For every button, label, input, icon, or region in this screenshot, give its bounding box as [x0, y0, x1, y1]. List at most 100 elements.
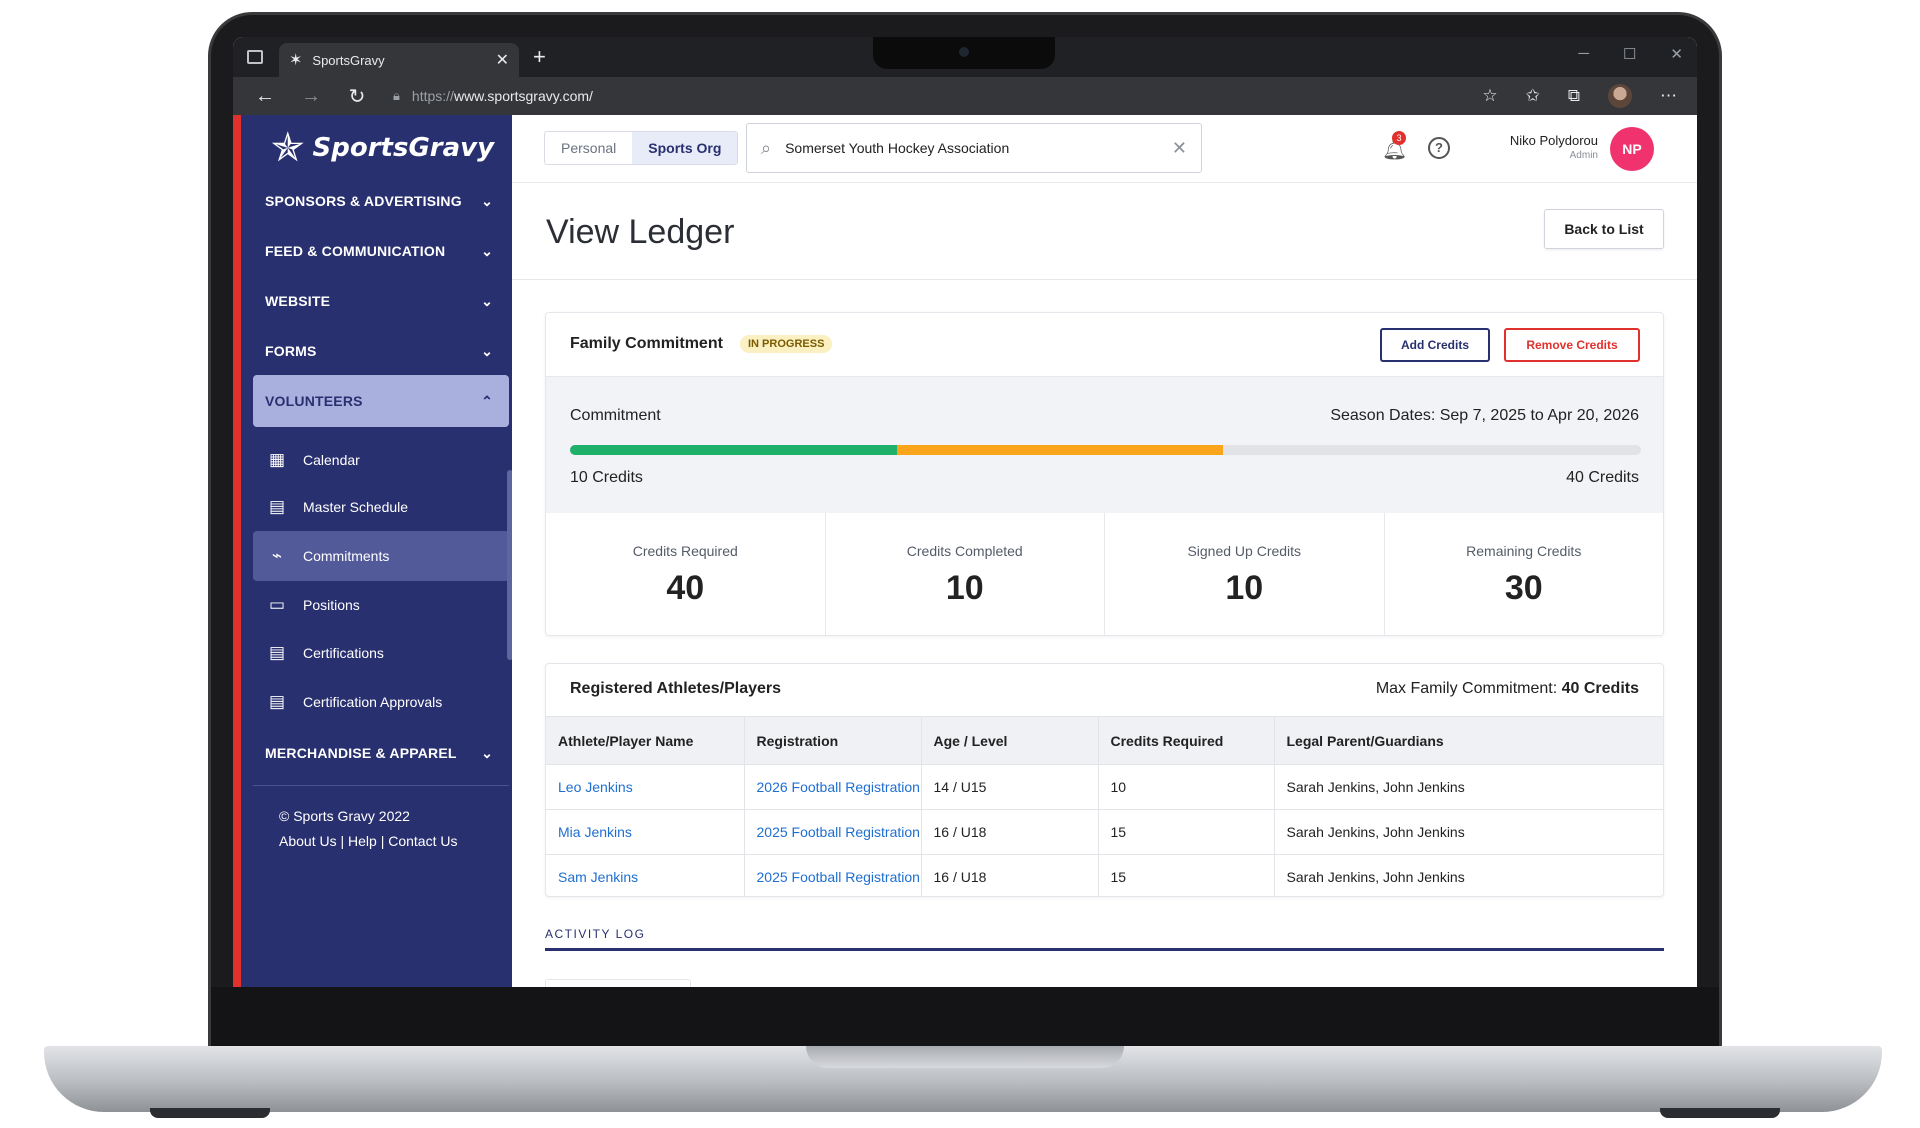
divider — [512, 279, 1697, 280]
athlete-name-link[interactable]: Sam Jenkins — [546, 854, 745, 896]
remove-credits-button[interactable]: Remove Credits — [1504, 328, 1640, 362]
laptop-foot-right — [1660, 1108, 1780, 1118]
screen: ✶ SportsGravy ✕ + ─ ☐ ✕ ← → ↻ 🔒︎ https:/… — [233, 37, 1697, 987]
close-window-icon[interactable]: ✕ — [1670, 45, 1683, 63]
stat-remaining-credits: Remaining Credits 30 — [1385, 513, 1664, 635]
profile-avatar-icon[interactable] — [1608, 84, 1632, 108]
age-level-cell: 16 / U18 — [921, 854, 1099, 896]
back-arrow-icon[interactable]: ← — [251, 85, 279, 108]
tab-actions-icon[interactable] — [247, 50, 263, 64]
age-level-cell: 16 / U18 — [921, 809, 1099, 855]
sidebar-section-volunteers[interactable]: VOLUNTEERS ⌃ — [253, 375, 509, 427]
toggle-sports-org[interactable]: Sports Org — [632, 132, 738, 164]
sidebar-section-feed[interactable]: FEED & COMMUNICATION ⌄ — [253, 225, 509, 277]
sidebar-item-commitments[interactable]: ⌁ Commitments — [253, 531, 509, 581]
table-row: Sam Jenkins 2025 Football Registration 1… — [546, 854, 1663, 896]
sidebar-item-label: Certification Approvals — [303, 694, 443, 710]
separator: | — [380, 833, 385, 849]
season-dates: Season Dates: Sep 7, 2025 to Apr 20, 202… — [1330, 407, 1639, 424]
progress-signed-up-segment — [896, 445, 1224, 455]
registration-link[interactable]: 2026 Football Registration — [744, 764, 922, 810]
athlete-name-link[interactable]: Mia Jenkins — [546, 809, 745, 855]
minimize-icon[interactable]: ─ — [1578, 45, 1589, 63]
org-search-input[interactable]: ⌕ Somerset Youth Hockey Association ✕ — [746, 123, 1202, 173]
search-value[interactable]: Somerset Youth Hockey Association — [785, 140, 1172, 156]
star-favicon-icon: ✶ — [289, 52, 303, 69]
page-title: View Ledger — [546, 213, 735, 251]
status-badge: IN PROGRESS — [740, 335, 833, 353]
credits-required-cell: 15 — [1098, 809, 1275, 855]
stat-label: Credits Completed — [906, 543, 1023, 559]
card-title: Family Commitment — [570, 335, 723, 352]
document-icon: ▤ — [268, 643, 286, 662]
sidebar-section-label: FEED & COMMUNICATION — [265, 243, 446, 259]
progress-min-label: 10 Credits — [570, 469, 643, 486]
document-icon: ▤ — [268, 497, 286, 516]
sidebar-item-positions[interactable]: ▭ Positions — [253, 580, 509, 630]
age-level-cell: 14 / U15 — [921, 764, 1099, 810]
reload-icon[interactable]: ↻ — [343, 84, 371, 109]
sidebar-item-certifications[interactable]: ▤ Certifications — [253, 628, 509, 678]
url-field[interactable]: 🔒︎ https:// www.sportsgravy.com/ — [393, 81, 1473, 111]
clear-icon[interactable]: ✕ — [1172, 138, 1187, 159]
add-credits-button[interactable]: Add Credits — [1380, 328, 1490, 362]
top-header: Personal Sports Org ⌕ Somerset Youth Hoc… — [512, 115, 1697, 183]
browser-tab[interactable]: ✶ SportsGravy ✕ — [279, 43, 519, 77]
notifications-button[interactable]: 🔔︎ 3 — [1382, 131, 1407, 162]
registration-link[interactable]: 2025 Football Registration — [744, 809, 922, 855]
chevron-down-icon: ⌄ — [481, 744, 493, 761]
chevron-down-icon: ⌄ — [481, 192, 493, 209]
url-protocol: https:// — [411, 88, 454, 104]
browser-address-bar: ← → ↻ 🔒︎ https:// www.sportsgravy.com/ — [233, 77, 1697, 115]
back-to-list-button[interactable]: Back to List — [1544, 209, 1664, 249]
stat-value: 30 — [1504, 569, 1543, 607]
stat-value: 10 — [1225, 569, 1264, 607]
star-logo-icon: ✯ — [271, 125, 305, 171]
contact-link[interactable]: Contact Us — [388, 833, 457, 849]
footer-links: About Us | Help | Contact Us — [279, 833, 457, 849]
avatar[interactable]: NP — [1610, 127, 1654, 171]
max-family-commitment: Max Family Commitment: 40 Credits — [1376, 680, 1639, 698]
sidebar-section-sponsors[interactable]: SPONSORS & ADVERTISING ⌄ — [253, 175, 509, 227]
stat-label: Signed Up Credits — [1187, 543, 1302, 559]
close-tab-icon[interactable]: ✕ — [496, 50, 509, 70]
accent-strip — [233, 115, 241, 987]
help-link[interactable]: Help — [348, 833, 377, 849]
camera-icon — [959, 47, 969, 57]
collections-icon[interactable]: ⧉ — [1568, 86, 1580, 106]
sidebar-section-forms[interactable]: FORMS ⌄ — [253, 325, 509, 377]
column-header[interactable]: Age / Level — [921, 716, 1099, 765]
more-options-icon[interactable]: ⋯ — [1660, 86, 1677, 106]
browser-toolbar: ☆ ✩ ⧉ ⋯ — [1482, 84, 1677, 108]
column-header[interactable]: Registration — [744, 716, 922, 765]
athletes-table: Athlete/Player Name Registration Age / L… — [546, 716, 1663, 896]
chevron-down-icon: ⌄ — [481, 342, 493, 359]
registration-link[interactable]: 2025 Football Registration — [744, 854, 922, 896]
credit-stats: Credits Required 40 Credits Completed 10… — [546, 513, 1664, 635]
chart-icon: ⌁ — [271, 546, 283, 565]
user-info[interactable]: Niko Polydorou Admin — [1478, 133, 1598, 161]
athlete-name-link[interactable]: Leo Jenkins — [546, 764, 745, 810]
favorites-icon[interactable]: ✩ — [1526, 86, 1540, 106]
about-link[interactable]: About Us — [279, 833, 337, 849]
sidebar-item-calendar[interactable]: ▦ Calendar — [253, 435, 509, 485]
help-icon[interactable]: ? — [1428, 137, 1450, 159]
toggle-personal[interactable]: Personal — [545, 132, 632, 164]
forward-arrow-icon[interactable]: → — [297, 85, 325, 108]
sidebar-item-certification-approvals[interactable]: ▤ Certification Approvals — [253, 677, 509, 727]
column-header[interactable]: Credits Required — [1098, 716, 1275, 765]
sidebar: ✯ SportsGravy SPONSORS & ADVERTISING ⌄ F… — [241, 115, 513, 987]
add-favorite-icon[interactable]: ☆ — [1482, 86, 1497, 106]
activity-log-tab[interactable]: ACTIVITY LOG — [545, 927, 645, 941]
sidebar-section-merchandise[interactable]: MERCHANDISE & APPAREL ⌄ — [253, 727, 509, 779]
table-header-row: Athlete/Player Name Registration Age / L… — [546, 716, 1663, 765]
column-header[interactable]: Athlete/Player Name — [546, 716, 745, 765]
stat-label: Credits Required — [632, 543, 738, 559]
sidebar-item-master-schedule[interactable]: ▤ Master Schedule — [253, 482, 509, 532]
new-tab-icon[interactable]: + — [533, 44, 546, 70]
sidebar-section-website[interactable]: WEBSITE ⌄ — [253, 275, 509, 327]
credits-required-cell: 10 — [1098, 764, 1275, 810]
logo[interactable]: ✯ SportsGravy — [271, 125, 494, 171]
maximize-icon[interactable]: ☐ — [1623, 45, 1636, 63]
column-header[interactable]: Legal Parent/Guardians — [1274, 716, 1663, 765]
